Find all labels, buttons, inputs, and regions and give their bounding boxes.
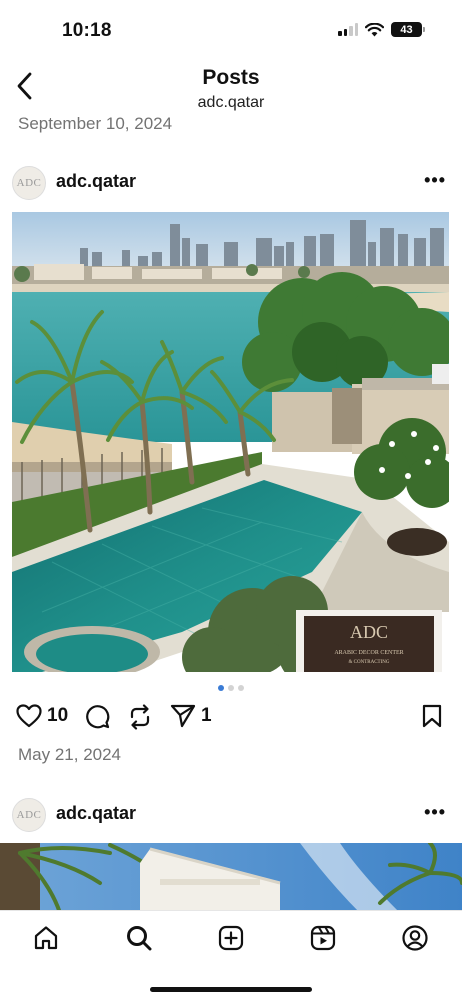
comment-icon [86,705,110,729]
post-header: ADC adc.qatar ••• [0,158,462,208]
avatar[interactable]: ADC [12,798,46,832]
post-more-button[interactable]: ••• [424,802,446,823]
sign-logo: ADC [350,622,388,642]
heart-icon [16,704,42,728]
nav-profile[interactable] [400,923,430,953]
send-icon [170,704,196,728]
cellular-signal-icon [338,23,358,36]
carousel-dot [218,685,224,691]
page-header: Posts adc.qatar [0,62,462,112]
search-icon [127,926,152,951]
home-icon [34,926,58,950]
status-bar: 10:18 43 [0,0,462,62]
share-count: 1 [201,705,212,726]
post-actions: 10 1 [0,702,462,736]
reels-icon [310,925,336,951]
wifi-icon [365,22,384,36]
nav-create[interactable] [216,923,246,953]
post-more-button[interactable]: ••• [424,170,446,191]
carousel-dot [238,685,244,691]
battery-icon: 43 [391,22,425,37]
post-image[interactable]: ADC ARABIC DECOR CENTER & CONTRACTING [12,212,449,672]
nav-reels[interactable] [308,923,338,953]
bottom-nav [0,910,462,1000]
sign-line-1: ARABIC DECOR CENTER [334,650,403,656]
profile-icon [402,925,428,951]
home-indicator [150,987,312,992]
next-post-image-scene [0,843,462,913]
post-username[interactable]: adc.qatar [56,803,136,824]
status-icons: 43 [338,22,425,37]
next-post-image[interactable] [0,843,462,913]
sign-line-2: & CONTRACTING [349,660,390,665]
avatar[interactable]: ADC [12,166,46,200]
repost-icon [130,704,150,730]
carousel-dot [228,685,234,691]
carousel-indicator [0,685,462,691]
nav-search[interactable] [124,923,154,953]
page-subtitle: adc.qatar [197,94,265,111]
previous-post-date: September 10, 2024 [18,114,173,133]
create-icon [218,925,244,951]
next-post-header: ADC adc.qatar ••• [0,790,462,840]
comment-button[interactable] [85,704,110,729]
share-button[interactable]: 1 [170,704,212,728]
repost-button[interactable] [128,704,152,730]
status-time: 10:18 [62,20,112,41]
page-title: Posts [202,66,260,89]
nav-home[interactable] [31,923,61,953]
save-button[interactable] [422,704,442,728]
like-button[interactable]: 10 [16,704,68,728]
bookmark-icon [422,704,442,728]
post-image-scene: ADC ARABIC DECOR CENTER & CONTRACTING [12,212,449,672]
battery-level: 43 [400,23,413,36]
post-date: May 21, 2024 [18,745,122,764]
post-username[interactable]: adc.qatar [56,171,136,192]
like-count: 10 [47,705,69,726]
